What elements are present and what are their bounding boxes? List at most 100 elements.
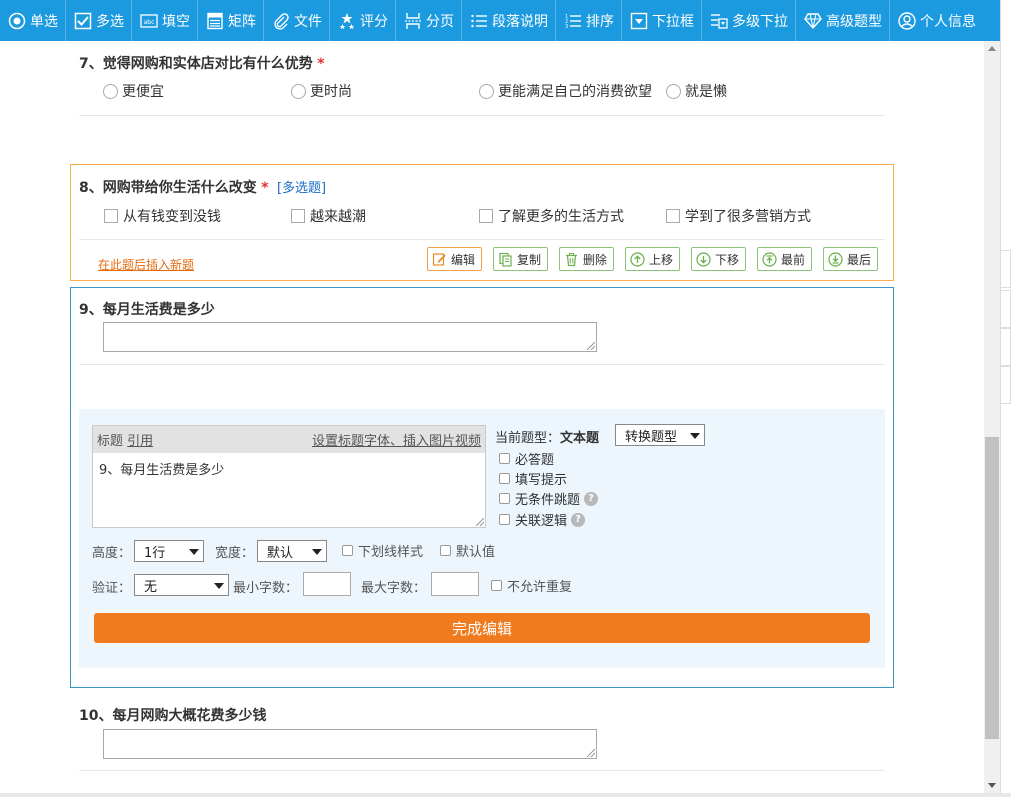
option-label: 了解更多的生活方式 bbox=[498, 209, 624, 225]
move-top-button[interactable]: 最前 bbox=[757, 247, 813, 271]
min-chars-input[interactable] bbox=[303, 572, 351, 596]
divider bbox=[79, 115, 885, 116]
underline-style-checkbox[interactable]: 下划线样式 bbox=[342, 541, 423, 560]
required-mark: * bbox=[317, 56, 325, 72]
copy-button[interactable]: 复制 bbox=[493, 247, 549, 271]
option-label: 就是懒 bbox=[685, 84, 727, 100]
q9-answer-textarea[interactable] bbox=[103, 322, 597, 352]
q8-option-1[interactable]: 从有钱变到没钱 bbox=[104, 206, 221, 226]
trash-icon bbox=[566, 252, 577, 266]
checkbox-icon bbox=[440, 545, 451, 556]
page-break-icon bbox=[405, 12, 421, 29]
survey-editor-content: 7、觉得网购和实体店对比有什么优势 * 更便宜 更时尚 更能满足自己的消费欲望 … bbox=[0, 41, 984, 793]
diamond-icon bbox=[804, 12, 822, 29]
width-select[interactable]: 默认 bbox=[257, 540, 327, 562]
q8-option-3[interactable]: 了解更多的生活方式 bbox=[479, 206, 624, 226]
checkbox-icon bbox=[291, 209, 305, 223]
toolbar-sort-button[interactable]: 123 排序 bbox=[556, 0, 622, 41]
q7-option-1[interactable]: 更便宜 bbox=[103, 81, 164, 101]
question-10-title: 10、每月网购大概花费多少钱 bbox=[79, 708, 267, 724]
bottom-edge bbox=[0, 793, 1011, 797]
title-editor-label: 标题 引用 bbox=[97, 434, 154, 449]
chevron-down-icon bbox=[189, 549, 199, 555]
title-editor-header: 标题 引用 设置标题字体、插入图片视频 bbox=[93, 426, 485, 453]
chevron-down-icon bbox=[312, 549, 322, 555]
insert-question-link[interactable]: 在此题后插入新题 bbox=[98, 256, 194, 273]
q7-option-2[interactable]: 更时尚 bbox=[291, 81, 352, 101]
toolbar-radio-button[interactable]: 单选 bbox=[0, 0, 66, 41]
side-panel-tab[interactable] bbox=[1000, 290, 1011, 328]
resize-handle[interactable] bbox=[587, 749, 595, 757]
help-icon[interactable]: ? bbox=[584, 491, 599, 506]
q8-option-2[interactable]: 越来越潮 bbox=[291, 206, 366, 226]
no-duplicate-checkbox[interactable]: 不允许重复 bbox=[491, 576, 572, 595]
validate-select[interactable]: 无 bbox=[134, 574, 229, 596]
font-image-link[interactable]: 设置标题字体、插入图片视频 bbox=[312, 430, 481, 449]
option-label: 从有钱变到没钱 bbox=[123, 209, 221, 225]
max-chars-label: 最大字数： bbox=[361, 581, 427, 596]
help-icon[interactable]: ? bbox=[571, 512, 586, 527]
quote-link[interactable]: 引用 bbox=[127, 434, 153, 449]
option-label: 更能满足自己的消费欲望 bbox=[498, 84, 652, 100]
default-value-checkbox[interactable]: 默认值 bbox=[440, 541, 495, 560]
vertical-scrollbar[interactable] bbox=[984, 41, 1000, 793]
toolbar-paragraph-button[interactable]: 段落说明 bbox=[462, 0, 556, 41]
svg-text:3: 3 bbox=[565, 24, 568, 30]
q10-answer-textarea[interactable] bbox=[103, 729, 597, 759]
delete-button[interactable]: 删除 bbox=[559, 247, 615, 271]
toolbar-matrix-button[interactable]: 矩阵 bbox=[198, 0, 264, 41]
paragraph-icon bbox=[471, 14, 487, 27]
side-panel-tab[interactable] bbox=[1000, 366, 1011, 404]
radio-icon bbox=[666, 83, 681, 99]
toolbar-advanced-button[interactable]: 高级题型 bbox=[796, 0, 890, 41]
logic-checkbox[interactable]: 关联逻辑? bbox=[499, 510, 586, 529]
width-label: 宽度： bbox=[215, 546, 255, 561]
q7-option-3[interactable]: 更能满足自己的消费欲望 bbox=[479, 81, 652, 101]
side-panel-tab[interactable] bbox=[1000, 250, 1011, 288]
toolbar-page-break-button[interactable]: 分页 bbox=[396, 0, 462, 41]
toolbar-checkbox-button[interactable]: 多选 bbox=[66, 0, 132, 41]
resize-handle[interactable] bbox=[587, 342, 595, 350]
svg-text:abc: abc bbox=[144, 19, 155, 26]
toolbar-file-button[interactable]: 文件 bbox=[264, 0, 330, 41]
hint-checkbox[interactable]: 填写提示 bbox=[499, 469, 567, 488]
resize-handle[interactable] bbox=[476, 518, 484, 526]
finish-edit-button[interactable]: 完成编辑 bbox=[94, 613, 870, 643]
checkbox-icon bbox=[104, 209, 118, 223]
toolbar-label: 多选 bbox=[96, 13, 124, 30]
q8-option-4[interactable]: 学到了很多营销方式 bbox=[666, 206, 811, 226]
convert-type-select[interactable]: 转换题型 bbox=[615, 424, 705, 446]
q7-option-4[interactable]: 就是懒 bbox=[666, 81, 727, 101]
max-chars-input[interactable] bbox=[431, 572, 479, 596]
required-checkbox[interactable]: 必答题 bbox=[499, 449, 554, 468]
scrollbar-thumb[interactable] bbox=[985, 437, 999, 739]
toolbar-fill-blank-button[interactable]: abc 填空 bbox=[132, 0, 198, 41]
side-panel-tab[interactable] bbox=[1000, 328, 1011, 366]
text-field-icon: abc bbox=[140, 13, 158, 28]
toolbar-dropdown-button[interactable]: 下拉框 bbox=[622, 0, 702, 41]
jump-checkbox[interactable]: 无条件跳题? bbox=[499, 489, 599, 508]
delete-button-label: 删除 bbox=[583, 252, 608, 267]
height-select[interactable]: 1行 bbox=[134, 540, 204, 562]
question-9: 9、每月生活费是多少 标题 引用 设置标题字体、插入图片视频 9、每月生活费是多… bbox=[70, 287, 894, 688]
radio-icon bbox=[479, 83, 494, 99]
scroll-up-arrow-icon[interactable] bbox=[988, 46, 996, 51]
height-label: 高度： bbox=[92, 546, 132, 561]
checkbox-icon bbox=[499, 493, 510, 504]
divider bbox=[79, 239, 885, 240]
question-8[interactable]: 8、网购带给你生活什么改变 * [多选题] 从有钱变到没钱 越来越潮 了解更多的… bbox=[70, 164, 894, 281]
toolbar-personal-info-button[interactable]: 个人信息 bbox=[890, 0, 983, 41]
move-bottom-button[interactable]: 最后 bbox=[823, 247, 879, 271]
option-label: 越来越潮 bbox=[310, 209, 366, 225]
title-editor-input[interactable]: 9、每月生活费是多少 bbox=[93, 453, 485, 484]
multi-select-tag: [多选题] bbox=[276, 181, 327, 196]
move-up-button[interactable]: 上移 bbox=[625, 247, 681, 271]
checkbox-icon bbox=[74, 12, 92, 29]
checkbox-icon bbox=[499, 514, 510, 525]
move-down-button[interactable]: 下移 bbox=[691, 247, 747, 271]
toolbar-cascade-dropdown-button[interactable]: 多级下拉 bbox=[702, 0, 796, 41]
toolbar-label: 分页 bbox=[426, 13, 454, 30]
toolbar-rating-button[interactable]: 评分 bbox=[330, 0, 396, 41]
edit-button[interactable]: 编辑 bbox=[427, 247, 483, 271]
scroll-down-arrow-icon[interactable] bbox=[988, 783, 996, 788]
